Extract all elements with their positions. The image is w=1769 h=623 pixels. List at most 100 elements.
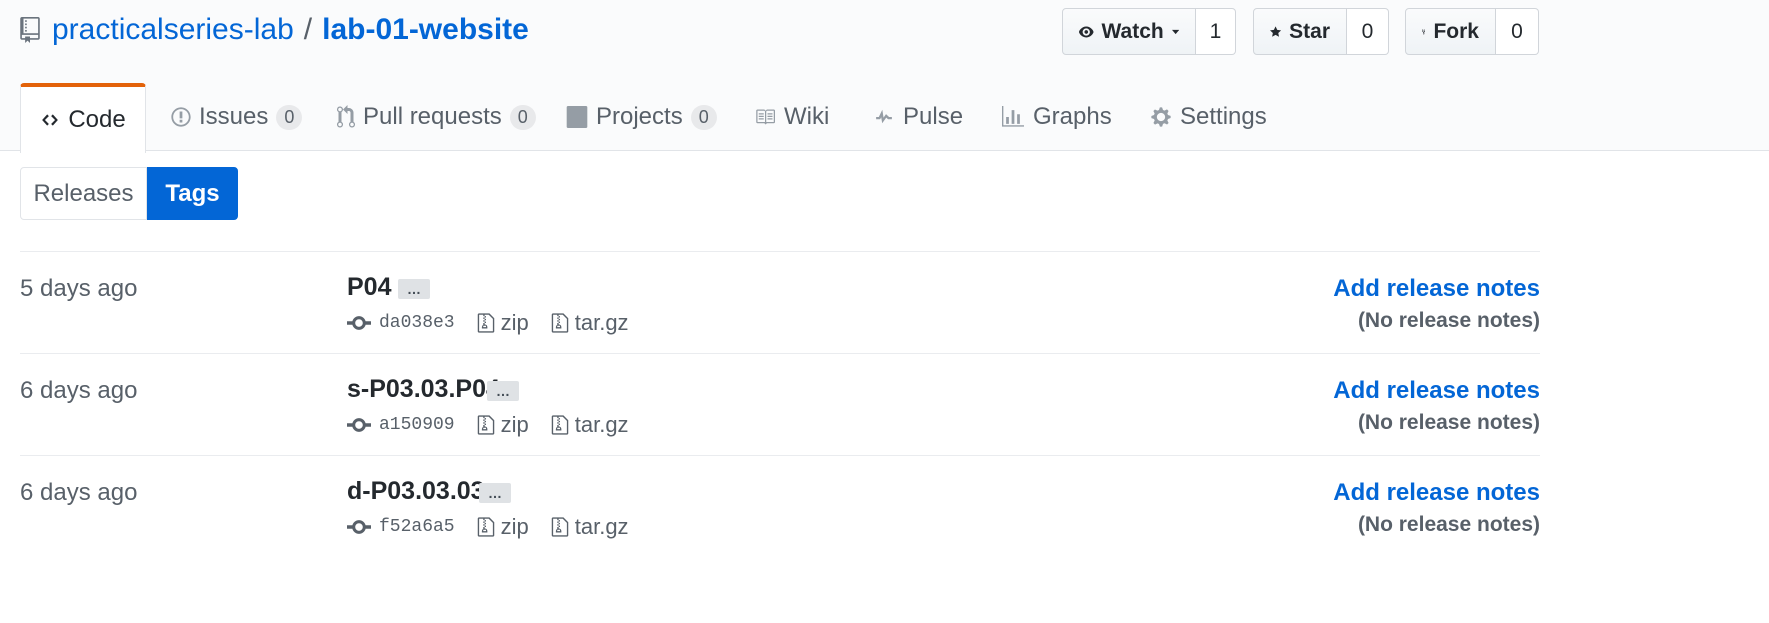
- eye-icon: [1079, 26, 1094, 37]
- watch-label: Watch: [1101, 19, 1164, 43]
- tab-pulse[interactable]: Pulse: [873, 83, 963, 151]
- fork-icon: [1422, 29, 1426, 34]
- tags-subnav-item[interactable]: Tags: [147, 167, 238, 220]
- watch-button[interactable]: Watch: [1062, 8, 1196, 55]
- tab-projects[interactable]: Projects 0: [566, 83, 717, 151]
- repo-title: practicalseries-lab / lab-01-website: [20, 10, 529, 50]
- tab-graphs-label: Graphs: [1033, 103, 1112, 130]
- watch-count[interactable]: 1: [1196, 8, 1236, 55]
- git-commit-icon: [347, 418, 371, 432]
- code-icon: [42, 114, 59, 126]
- repo-owner-link[interactable]: practicalseries-lab: [52, 13, 294, 47]
- add-release-notes-link[interactable]: Add release notes: [1333, 479, 1540, 507]
- tab-issues[interactable]: Issues 0: [171, 83, 303, 151]
- tag-name-link[interactable]: d-P03.03.03: [347, 477, 485, 506]
- zip-download-link[interactable]: zip: [477, 412, 529, 438]
- tag-name-link[interactable]: P04: [347, 273, 391, 302]
- tag-name-link[interactable]: s-P03.03.P04: [347, 375, 500, 404]
- star-label: Star: [1289, 19, 1330, 43]
- repo-name-link[interactable]: lab-01-website: [322, 13, 529, 47]
- gear-icon: [1151, 107, 1171, 127]
- tag-row: 5 days ago P04 … da038e3 zip tar.gz Add …: [20, 253, 1540, 353]
- tab-code-label: Code: [68, 106, 126, 133]
- zip-label: zip: [500, 514, 529, 539]
- star-button[interactable]: Star: [1253, 8, 1347, 55]
- fork-count[interactable]: 0: [1496, 8, 1539, 55]
- tag-meta: a150909 zip tar.gz: [347, 411, 651, 439]
- tag-row: 6 days ago s-P03.03.P04 … a150909 zip ta…: [20, 355, 1540, 455]
- pull-requests-counter: 0: [509, 104, 536, 130]
- zip-download-link[interactable]: zip: [477, 310, 529, 336]
- row-divider: [20, 353, 1540, 354]
- graph-icon: [1002, 106, 1024, 127]
- star-icon: [1270, 25, 1282, 37]
- row-divider: [20, 455, 1540, 456]
- fork-button[interactable]: Fork: [1405, 8, 1496, 55]
- zip-label: zip: [500, 412, 529, 437]
- project-icon: [566, 106, 588, 128]
- repo-icon: [20, 17, 40, 43]
- caret-down-icon: [1171, 29, 1179, 34]
- targz-download-link[interactable]: tar.gz: [551, 412, 629, 438]
- tab-projects-label: Projects: [596, 103, 683, 130]
- book-icon: [756, 109, 775, 125]
- targz-label: tar.gz: [574, 310, 629, 335]
- file-zip-icon: [551, 313, 568, 333]
- tab-graphs[interactable]: Graphs: [1001, 83, 1112, 151]
- tab-pull-requests[interactable]: Pull requests 0: [337, 83, 536, 151]
- tab-issues-label: Issues: [199, 103, 269, 130]
- tag-date: 5 days ago: [20, 275, 138, 302]
- repo-path-separator: /: [303, 13, 313, 46]
- fork-label: Fork: [1433, 19, 1479, 43]
- projects-counter: 0: [690, 104, 717, 130]
- tag-date: 6 days ago: [20, 479, 138, 506]
- tag-date: 6 days ago: [20, 377, 138, 404]
- targz-download-link[interactable]: tar.gz: [551, 514, 629, 540]
- targz-label: tar.gz: [574, 514, 629, 539]
- issues-counter: 0: [276, 104, 303, 130]
- repo-header: practicalseries-lab / lab-01-website Wat…: [0, 0, 1769, 153]
- tab-pulse-label: Pulse: [903, 103, 964, 130]
- releases-subnav-item[interactable]: Releases: [20, 167, 147, 220]
- pulse-icon: [876, 109, 892, 124]
- add-release-notes-link[interactable]: Add release notes: [1333, 377, 1540, 405]
- star-action: Star 0: [1253, 8, 1389, 55]
- git-commit-icon: [347, 520, 371, 534]
- star-count[interactable]: 0: [1347, 8, 1389, 55]
- tab-settings-label: Settings: [1180, 103, 1267, 130]
- targz-label: tar.gz: [574, 412, 629, 437]
- commit-sha-link[interactable]: da038e3: [379, 313, 455, 333]
- fork-action: Fork 0: [1405, 8, 1539, 55]
- commit-sha-link[interactable]: f52a6a5: [379, 517, 455, 537]
- tab-wiki-label: Wiki: [784, 103, 830, 130]
- zip-download-link[interactable]: zip: [477, 514, 529, 540]
- file-zip-icon: [551, 517, 568, 537]
- releases-tags-subnav: Releases Tags: [20, 167, 238, 220]
- tag-meta: da038e3 zip tar.gz: [347, 309, 651, 337]
- add-release-notes-link[interactable]: Add release notes: [1333, 275, 1540, 303]
- no-release-notes-text: (No release notes): [1357, 513, 1540, 536]
- tab-pull-requests-label: Pull requests: [363, 103, 502, 130]
- expand-ellipsis-button[interactable]: …: [487, 381, 519, 401]
- no-release-notes-text: (No release notes): [1357, 309, 1540, 332]
- file-zip-icon: [477, 313, 494, 333]
- no-release-notes-text: (No release notes): [1357, 411, 1540, 434]
- file-zip-icon: [477, 517, 494, 537]
- expand-ellipsis-button[interactable]: …: [479, 483, 511, 503]
- git-pull-request-icon: [337, 105, 355, 128]
- tab-wiki[interactable]: Wiki: [754, 83, 829, 151]
- zip-label: zip: [500, 310, 529, 335]
- tab-settings[interactable]: Settings: [1150, 83, 1267, 151]
- issue-opened-icon: [171, 107, 191, 127]
- commit-sha-link[interactable]: a150909: [379, 415, 455, 435]
- file-zip-icon: [551, 415, 568, 435]
- targz-download-link[interactable]: tar.gz: [551, 310, 629, 336]
- tag-meta: f52a6a5 zip tar.gz: [347, 513, 651, 541]
- git-commit-icon: [347, 316, 371, 330]
- watch-action: Watch 1: [1062, 8, 1236, 55]
- tag-row: 6 days ago d-P03.03.03 … f52a6a5 zip tar…: [20, 457, 1540, 557]
- expand-ellipsis-button[interactable]: …: [398, 279, 430, 299]
- file-zip-icon: [477, 415, 494, 435]
- tab-code[interactable]: Code: [20, 83, 146, 153]
- list-top-divider: [20, 251, 1540, 252]
